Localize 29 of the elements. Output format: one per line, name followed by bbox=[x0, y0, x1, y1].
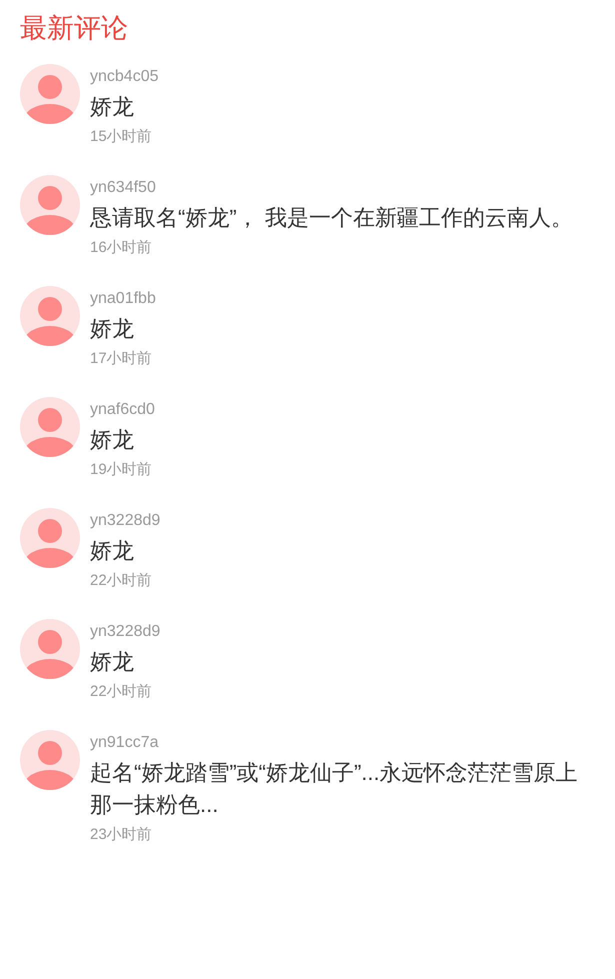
comment-text: 娇龙 bbox=[90, 93, 135, 121]
comment-text: 娇龙 bbox=[90, 537, 135, 565]
timestamp: 23小时前 bbox=[90, 825, 153, 845]
comment-text: 起名“娇龙踏雪”或“娇龙仙子”...永远怀念茫茫雪原上那一抹粉色... bbox=[90, 759, 579, 819]
avatar-icon bbox=[20, 397, 80, 457]
avatar-icon bbox=[20, 508, 80, 568]
username: yncb4c05 bbox=[90, 67, 160, 87]
username: yn91cc7a bbox=[90, 733, 160, 753]
username: yn3228d9 bbox=[90, 511, 162, 531]
comment-text: 娇龙 bbox=[90, 315, 135, 343]
username: yn3228d9 bbox=[90, 622, 162, 642]
timestamp: 16小时前 bbox=[90, 238, 153, 258]
avatar-icon bbox=[20, 64, 80, 124]
avatar-icon bbox=[20, 286, 80, 346]
timestamp: 15小时前 bbox=[90, 127, 153, 147]
comment-text: 恳请取名“娇龙”， 我是一个在新疆工作的云南人。 bbox=[90, 204, 574, 232]
timestamp: 22小时前 bbox=[90, 571, 153, 591]
avatar-icon bbox=[20, 730, 80, 790]
username: yna01fbb bbox=[90, 289, 157, 309]
username: ynaf6cd0 bbox=[90, 400, 156, 420]
timestamp: 17小时前 bbox=[90, 349, 153, 369]
timestamp: 19小时前 bbox=[90, 460, 153, 480]
avatar-icon bbox=[20, 175, 80, 235]
timestamp: 22小时前 bbox=[90, 682, 153, 702]
avatar-icon bbox=[20, 619, 80, 679]
comment-text: 娇龙 bbox=[90, 648, 135, 676]
section-title: 最新评论 bbox=[20, 12, 129, 45]
comment-text: 娇龙 bbox=[90, 426, 135, 454]
username: yn634f50 bbox=[90, 178, 157, 198]
